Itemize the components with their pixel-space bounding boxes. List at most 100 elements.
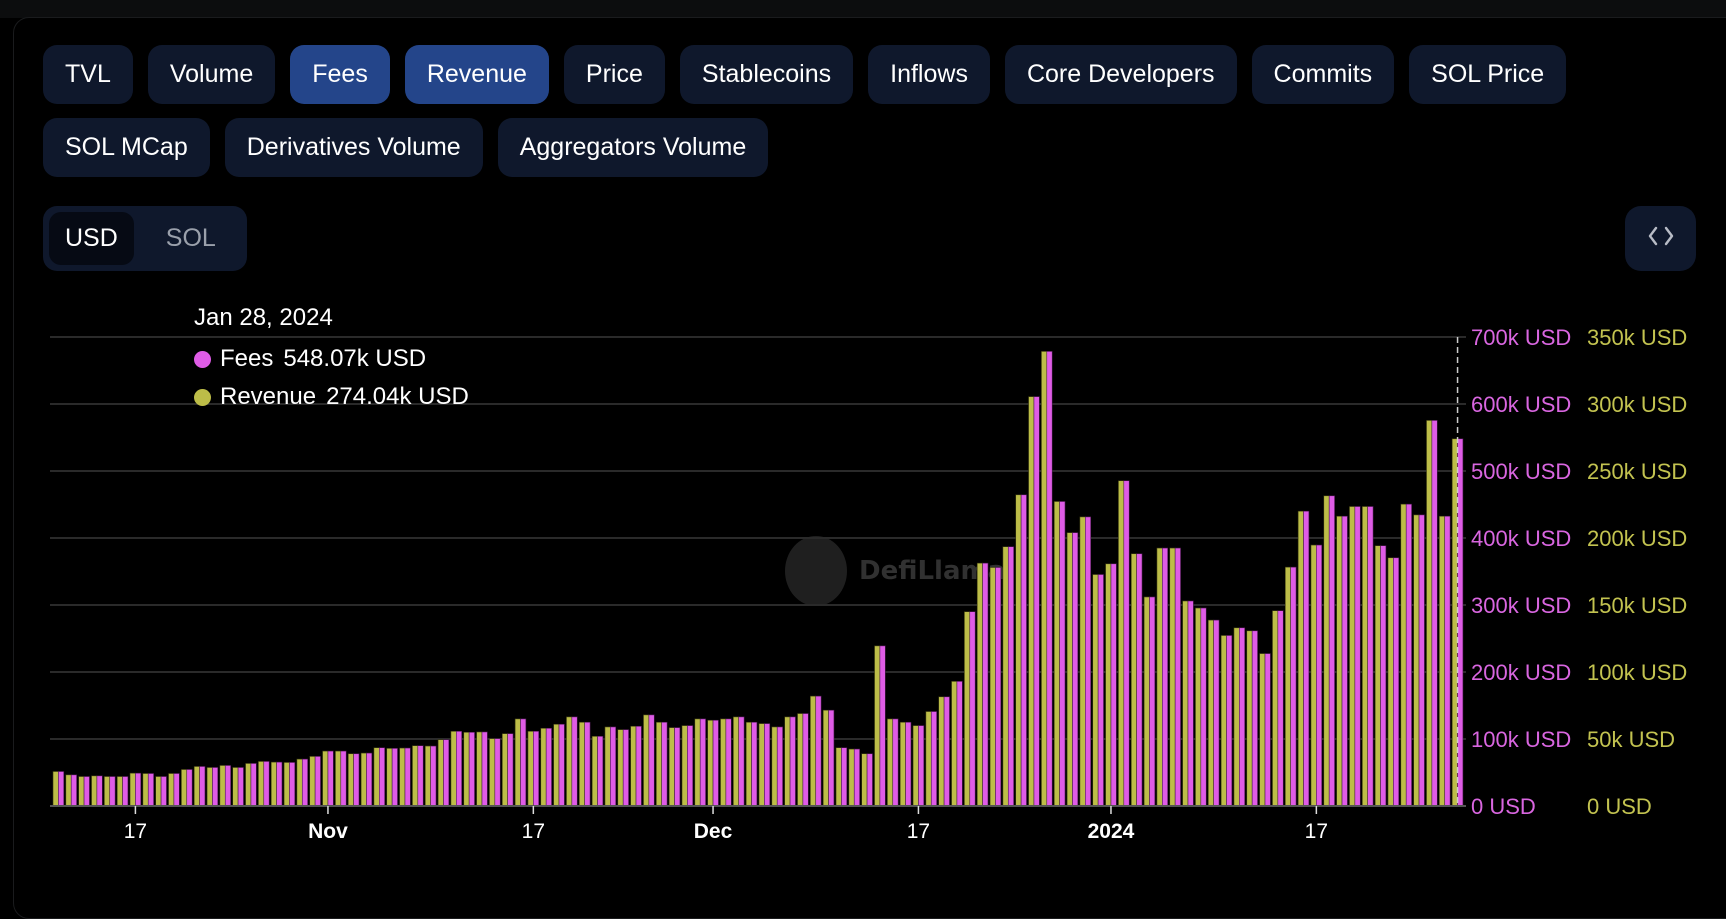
- fees-bar[interactable]: [366, 752, 373, 807]
- revenue-bar[interactable]: [1130, 553, 1137, 807]
- revenue-bar[interactable]: [1041, 351, 1048, 807]
- revenue-bar[interactable]: [566, 716, 573, 807]
- fees-bar[interactable]: [1239, 627, 1246, 807]
- fees-bar[interactable]: [1162, 547, 1169, 807]
- fees-bar[interactable]: [751, 721, 758, 807]
- revenue-bar[interactable]: [989, 567, 996, 807]
- fees-bar[interactable]: [1316, 544, 1323, 807]
- revenue-bar[interactable]: [65, 774, 72, 807]
- revenue-bar[interactable]: [155, 776, 162, 807]
- fees-bar[interactable]: [58, 771, 65, 807]
- fees-bar[interactable]: [776, 726, 783, 807]
- revenue-bar[interactable]: [964, 611, 971, 807]
- fees-bar[interactable]: [327, 750, 334, 807]
- fees-bar[interactable]: [764, 723, 771, 807]
- revenue-bar[interactable]: [1246, 630, 1253, 807]
- fees-bar[interactable]: [879, 645, 886, 807]
- revenue-bar[interactable]: [745, 721, 752, 807]
- revenue-bar[interactable]: [399, 747, 406, 807]
- fees-bar[interactable]: [892, 718, 899, 807]
- revenue-bar[interactable]: [668, 727, 675, 807]
- revenue-bar[interactable]: [976, 562, 983, 807]
- fees-bar[interactable]: [533, 730, 540, 807]
- fees-bar[interactable]: [712, 719, 719, 807]
- fees-bar[interactable]: [224, 765, 231, 807]
- fees-bar[interactable]: [995, 567, 1002, 807]
- revenue-bar[interactable]: [489, 738, 496, 807]
- fees-bar[interactable]: [1341, 515, 1348, 807]
- fees-bar[interactable]: [404, 747, 411, 807]
- fees-bar[interactable]: [430, 745, 437, 807]
- fees-bar[interactable]: [391, 748, 398, 807]
- revenue-bar[interactable]: [784, 716, 791, 807]
- fees-bar[interactable]: [212, 767, 219, 807]
- revenue-bar[interactable]: [514, 718, 521, 807]
- fees-bar[interactable]: [173, 773, 180, 807]
- revenue-bar[interactable]: [630, 725, 637, 807]
- fees-bar[interactable]: [96, 775, 103, 807]
- fees-bar[interactable]: [738, 716, 745, 807]
- revenue-bar[interactable]: [1310, 544, 1317, 807]
- fees-bar[interactable]: [468, 731, 475, 807]
- fees-bar[interactable]: [301, 758, 308, 807]
- fees-bar[interactable]: [1200, 607, 1207, 807]
- revenue-bar[interactable]: [938, 696, 945, 807]
- revenue-bar[interactable]: [1105, 563, 1112, 807]
- revenue-bar[interactable]: [681, 725, 688, 807]
- revenue-bar[interactable]: [951, 681, 958, 807]
- revenue-bar[interactable]: [1297, 510, 1304, 807]
- fees-bar[interactable]: [1380, 545, 1387, 807]
- fees-bar[interactable]: [1046, 351, 1053, 807]
- revenue-bar[interactable]: [1207, 619, 1214, 807]
- fees-bar[interactable]: [1110, 563, 1117, 807]
- revenue-bar[interactable]: [116, 776, 123, 807]
- revenue-bar[interactable]: [1169, 547, 1176, 807]
- revenue-bar[interactable]: [270, 761, 277, 807]
- revenue-bar[interactable]: [578, 721, 585, 807]
- revenue-bar[interactable]: [437, 739, 444, 807]
- revenue-bar[interactable]: [758, 723, 765, 807]
- fees-bar[interactable]: [969, 611, 976, 807]
- revenue-bar[interactable]: [322, 750, 329, 807]
- fees-bar[interactable]: [905, 721, 912, 807]
- revenue-bar[interactable]: [1182, 600, 1189, 807]
- revenue-bar[interactable]: [1349, 506, 1356, 807]
- revenue-bar[interactable]: [1374, 545, 1381, 807]
- fees-bar[interactable]: [1085, 516, 1091, 807]
- revenue-bar[interactable]: [1336, 515, 1343, 807]
- revenue-bar[interactable]: [78, 776, 85, 807]
- revenue-bar[interactable]: [1092, 574, 1099, 807]
- fees-bar[interactable]: [828, 709, 835, 807]
- fees-bar[interactable]: [725, 718, 732, 807]
- revenue-bar[interactable]: [1066, 532, 1073, 807]
- revenue-bar[interactable]: [91, 775, 98, 807]
- revenue-bar[interactable]: [296, 758, 303, 807]
- revenue-bar[interactable]: [501, 733, 508, 807]
- revenue-bar[interactable]: [1387, 557, 1394, 807]
- fees-bar[interactable]: [841, 747, 848, 807]
- fees-bar[interactable]: [1187, 600, 1194, 807]
- fees-bar[interactable]: [70, 774, 77, 807]
- revenue-bar[interactable]: [925, 711, 932, 807]
- fees-bar[interactable]: [276, 761, 283, 807]
- fees-bar[interactable]: [943, 696, 950, 807]
- fees-bar[interactable]: [456, 730, 463, 807]
- fees-bar[interactable]: [186, 769, 193, 807]
- fees-bar[interactable]: [1226, 635, 1233, 807]
- fees-bar[interactable]: [853, 748, 860, 807]
- fees-bar[interactable]: [1328, 495, 1335, 807]
- fees-bar[interactable]: [1007, 546, 1014, 807]
- fees-bar[interactable]: [866, 753, 873, 807]
- fees-bar[interactable]: [699, 718, 706, 807]
- fees-bar[interactable]: [661, 721, 668, 807]
- fees-bar[interactable]: [1174, 547, 1181, 807]
- revenue-bar[interactable]: [835, 747, 842, 807]
- fees-bar[interactable]: [494, 738, 501, 807]
- revenue-bar[interactable]: [129, 772, 136, 807]
- revenue-bar[interactable]: [720, 718, 727, 807]
- revenue-bar[interactable]: [1426, 420, 1433, 807]
- revenue-bar[interactable]: [591, 736, 598, 807]
- fees-bar[interactable]: [1405, 503, 1412, 807]
- revenue-bar[interactable]: [848, 748, 855, 807]
- revenue-bar[interactable]: [540, 727, 547, 807]
